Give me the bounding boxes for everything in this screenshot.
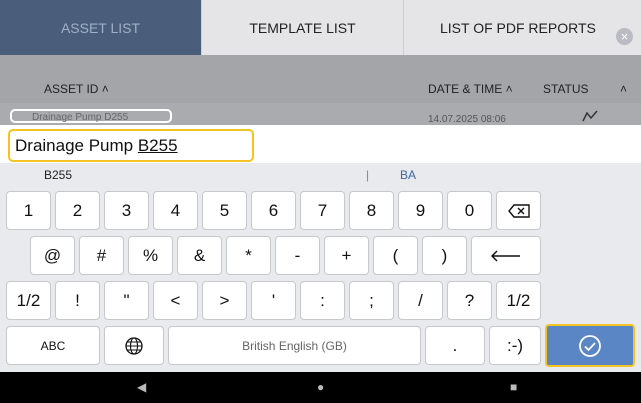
suggestion-separator: |	[366, 168, 370, 182]
status-icon	[582, 110, 598, 125]
key-greater-than[interactable]: >	[202, 281, 247, 320]
key-smiley[interactable]: :-)	[489, 326, 541, 365]
key-0[interactable]: 0	[447, 191, 492, 230]
done-key[interactable]	[545, 324, 635, 367]
navigation-bar: ◀ ● ■	[0, 372, 641, 403]
recents-icon[interactable]: ■	[510, 380, 517, 394]
key-page-left[interactable]: 1/2	[6, 281, 51, 320]
key-1[interactable]: 1	[6, 191, 51, 230]
key-close-paren[interactable]: )	[422, 236, 467, 275]
keyboard: 1 2 3 4 5 6 7 8 9 0 @ # % & * - + ( ) 1/…	[0, 186, 641, 372]
tab-label: TEMPLATE LIST	[249, 19, 356, 36]
abc-key[interactable]: ABC	[6, 326, 100, 365]
key-6[interactable]: 6	[251, 191, 296, 230]
key-page-right[interactable]: 1/2	[496, 281, 541, 320]
key-9[interactable]: 9	[398, 191, 443, 230]
key-2[interactable]: 2	[55, 191, 100, 230]
tab-template-list[interactable]: TEMPLATE LIST	[202, 0, 404, 55]
table-row[interactable]: Drainage Pump D255 14.07.2025 08:06	[0, 103, 641, 125]
key-less-than[interactable]: <	[153, 281, 198, 320]
key-plus[interactable]: +	[324, 236, 369, 275]
backspace-icon	[507, 203, 530, 218]
tab-label: LIST OF PDF REPORTS	[440, 19, 596, 36]
input-text: Drainage Pump	[15, 136, 138, 155]
globe-icon	[125, 336, 143, 355]
check-icon	[579, 334, 601, 357]
edit-bar: Drainage Pump B255	[0, 125, 641, 163]
tab-label: ASSET LIST	[60, 19, 141, 36]
key-at[interactable]: @	[30, 236, 75, 275]
tab-bar: ASSET LIST TEMPLATE LIST LIST OF PDF REP…	[0, 0, 641, 55]
key-asterisk[interactable]: *	[226, 236, 271, 275]
date-time-sort[interactable]: DATE & TIME ˄	[428, 82, 513, 96]
asset-name-input[interactable]: Drainage Pump B255	[8, 129, 254, 162]
key-question[interactable]: ?	[447, 281, 492, 320]
suggestion-2[interactable]: BA	[400, 168, 416, 182]
language-key[interactable]	[104, 326, 164, 365]
key-5[interactable]: 5	[202, 191, 247, 230]
key-semicolon[interactable]: ;	[349, 281, 394, 320]
key-slash[interactable]: /	[398, 281, 443, 320]
key-open-paren[interactable]: (	[373, 236, 418, 275]
status-header: STATUS	[543, 82, 589, 96]
suggestion-bar: B255 | BA	[0, 163, 641, 186]
key-percent[interactable]: %	[128, 236, 173, 275]
key-4[interactable]: 4	[153, 191, 198, 230]
suggestion-1[interactable]: B255	[44, 168, 72, 182]
asset-cell: Drainage Pump D255	[10, 109, 172, 123]
table-header: ASSET ID ˄ DATE & TIME ˄ STATUS ˄	[0, 55, 641, 103]
key-dot[interactable]: .	[425, 326, 485, 365]
home-icon[interactable]: ●	[317, 380, 324, 394]
composing-text: B255	[137, 136, 178, 155]
key-hash[interactable]: #	[79, 236, 124, 275]
asset-name: Drainage Pump D255	[32, 112, 129, 123]
key-colon[interactable]: :	[300, 281, 345, 320]
tab-pdf-reports[interactable]: LIST OF PDF REPORTS ×	[404, 0, 641, 55]
asset-id-sort[interactable]: ASSET ID ˄	[44, 82, 109, 96]
key-3[interactable]: 3	[104, 191, 149, 230]
key-8[interactable]: 8	[349, 191, 394, 230]
collapse-header-icon[interactable]: ˄	[620, 82, 627, 96]
key-exclaim[interactable]: !	[55, 281, 100, 320]
space-key[interactable]: British English (GB)	[168, 326, 421, 365]
key-apostrophe[interactable]: '	[251, 281, 296, 320]
datetime-cell: 14.07.2025 08:06	[428, 114, 506, 125]
key-minus[interactable]: -	[275, 236, 320, 275]
key-7[interactable]: 7	[300, 191, 345, 230]
tab-asset-list[interactable]: ASSET LIST	[0, 0, 202, 55]
back-icon[interactable]: ◀	[137, 380, 146, 394]
close-icon[interactable]: ×	[616, 28, 633, 45]
backspace-key[interactable]	[496, 191, 541, 230]
enter-key[interactable]	[471, 236, 541, 275]
key-quote[interactable]: "	[104, 281, 149, 320]
enter-icon	[491, 249, 520, 262]
key-ampersand[interactable]: &	[177, 236, 222, 275]
